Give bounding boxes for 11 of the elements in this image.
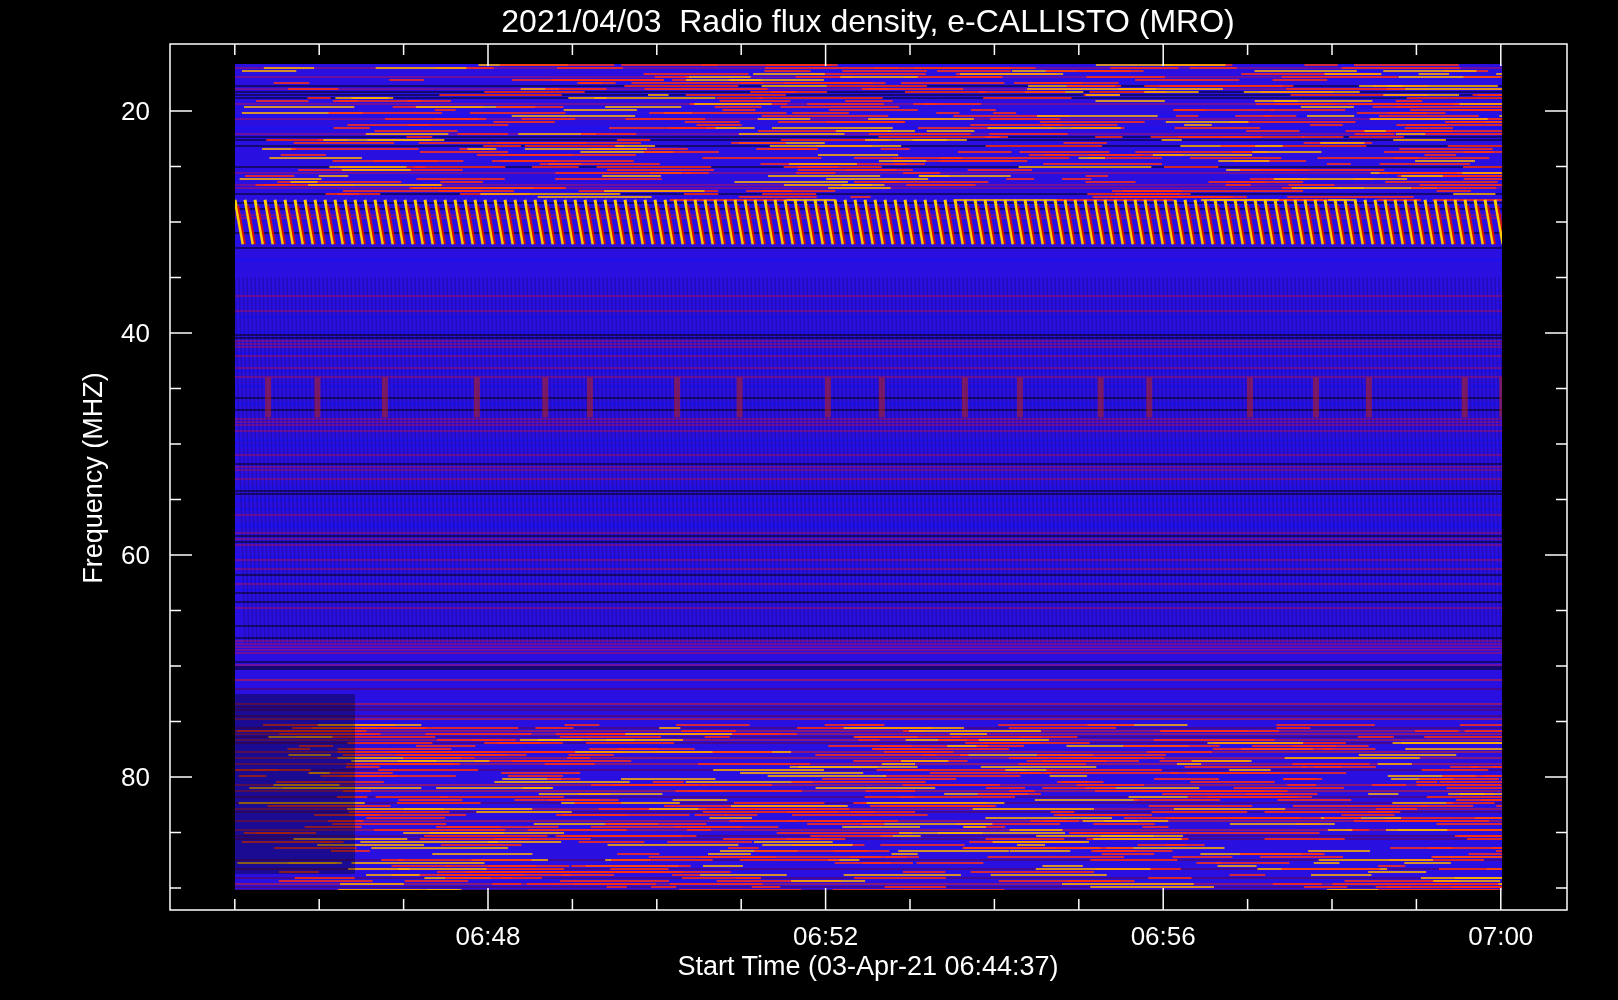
axis-title: Frequency (MHZ): [78, 372, 108, 584]
tick-label: 06:52: [793, 921, 859, 951]
axis-title: Start Time (03-Apr-21 06:44:37): [677, 951, 1059, 981]
tick-label: 07:00: [1468, 921, 1534, 951]
tick-label: 06:48: [455, 921, 521, 951]
tick-label: 06:56: [1130, 921, 1196, 951]
tick-label: 80: [121, 762, 150, 792]
tick-label: 60: [121, 540, 150, 570]
tick-label: 40: [121, 318, 150, 348]
chart-title: 2021/04/03 Radio flux density, e-CALLISTO (MRO): [501, 3, 1235, 39]
tick-label: 20: [121, 96, 150, 126]
